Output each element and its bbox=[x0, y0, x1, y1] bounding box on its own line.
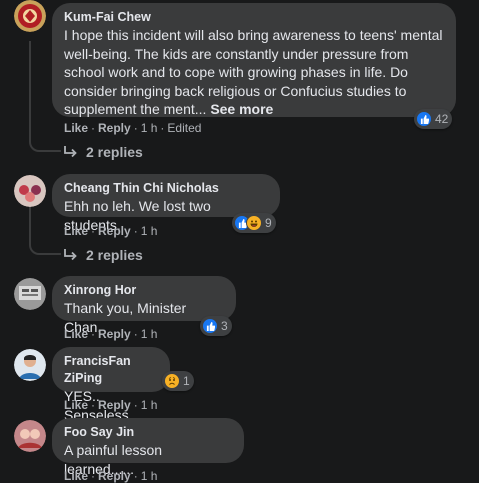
comment-actions: Like · Reply · 1 h bbox=[64, 469, 158, 483]
comment-bubble: Foo Say Jin A painful lesson learned....… bbox=[52, 418, 244, 477]
like-reaction-icon bbox=[416, 111, 432, 127]
see-more-link[interactable]: See more bbox=[210, 101, 273, 117]
sad-reaction-icon bbox=[164, 373, 180, 389]
comment-author[interactable]: FrancisFan ZiPing bbox=[64, 353, 158, 387]
avatar[interactable] bbox=[14, 349, 46, 381]
comment-actions: Like · Reply · 1 h bbox=[64, 224, 158, 238]
reply-action[interactable]: Reply bbox=[98, 469, 131, 483]
view-replies-button[interactable]: 2 replies bbox=[64, 247, 143, 263]
thread-line bbox=[29, 206, 31, 244]
comment-bubble: Xinrong Hor Thank you, Minister Chan. bbox=[52, 276, 236, 335]
thread-curve bbox=[29, 241, 61, 255]
avatar[interactable] bbox=[14, 0, 46, 32]
comment-author[interactable]: Xinrong Hor bbox=[64, 282, 224, 299]
reaction-summary[interactable]: 3 bbox=[200, 316, 232, 336]
comment-text: I hope this incident will also bring awa… bbox=[64, 26, 444, 119]
reply-arrow-icon bbox=[64, 249, 77, 261]
reaction-summary[interactable]: 42 bbox=[414, 109, 453, 129]
edited-label[interactable]: Edited bbox=[167, 121, 201, 135]
reply-action[interactable]: Reply bbox=[98, 121, 131, 135]
comment-author[interactable]: Kum-Fai Chew bbox=[64, 9, 444, 26]
comment-actions: Like · Reply · 1 h · Edited bbox=[64, 121, 202, 135]
reaction-count: 1 bbox=[183, 374, 190, 388]
avatar[interactable] bbox=[14, 278, 46, 310]
view-replies-button[interactable]: 2 replies bbox=[64, 144, 143, 160]
comment-time[interactable]: 1 h bbox=[141, 224, 158, 238]
avatar[interactable] bbox=[14, 420, 46, 452]
like-action[interactable]: Like bbox=[64, 224, 88, 238]
reaction-summary[interactable]: 1 bbox=[162, 371, 194, 391]
comment-time[interactable]: 1 h bbox=[141, 121, 158, 135]
reply-arrow-icon bbox=[64, 146, 77, 158]
comment-time[interactable]: 1 h bbox=[141, 327, 158, 341]
comment-actions: Like · Reply · 1 h bbox=[64, 327, 158, 341]
thread-line bbox=[29, 41, 31, 139]
reaction-count: 3 bbox=[221, 319, 228, 333]
thread-curve bbox=[29, 138, 61, 152]
comment-author[interactable]: Foo Say Jin bbox=[64, 424, 232, 441]
like-action[interactable]: Like bbox=[64, 469, 88, 483]
reply-action[interactable]: Reply bbox=[98, 327, 131, 341]
replies-label: 2 replies bbox=[86, 247, 143, 263]
like-action[interactable]: Like bbox=[64, 121, 88, 135]
reply-action[interactable]: Reply bbox=[98, 224, 131, 238]
comment-author[interactable]: Cheang Thin Chi Nicholas bbox=[64, 180, 268, 197]
reaction-summary[interactable]: 9 bbox=[232, 213, 276, 233]
comment-bubble: Cheang Thin Chi Nicholas Ehh no leh. We … bbox=[52, 174, 280, 233]
replies-label: 2 replies bbox=[86, 144, 143, 160]
like-action[interactable]: Like bbox=[64, 398, 88, 412]
reaction-count: 42 bbox=[435, 112, 449, 126]
haha-reaction-icon bbox=[246, 215, 262, 231]
comment-bubble: Kum-Fai Chew I hope this incident will a… bbox=[52, 3, 456, 117]
comment-bubble: FrancisFan ZiPing YES.. Senseless bbox=[52, 347, 170, 423]
reaction-count: 9 bbox=[265, 216, 272, 230]
like-action[interactable]: Like bbox=[64, 327, 88, 341]
avatar[interactable] bbox=[14, 175, 46, 207]
reply-action[interactable]: Reply bbox=[98, 398, 131, 412]
like-reaction-icon bbox=[202, 318, 218, 334]
comment-time[interactable]: 1 h bbox=[141, 398, 158, 412]
comment-actions: Like · Reply · 1 h bbox=[64, 398, 158, 412]
comment-time[interactable]: 1 h bbox=[141, 469, 158, 483]
